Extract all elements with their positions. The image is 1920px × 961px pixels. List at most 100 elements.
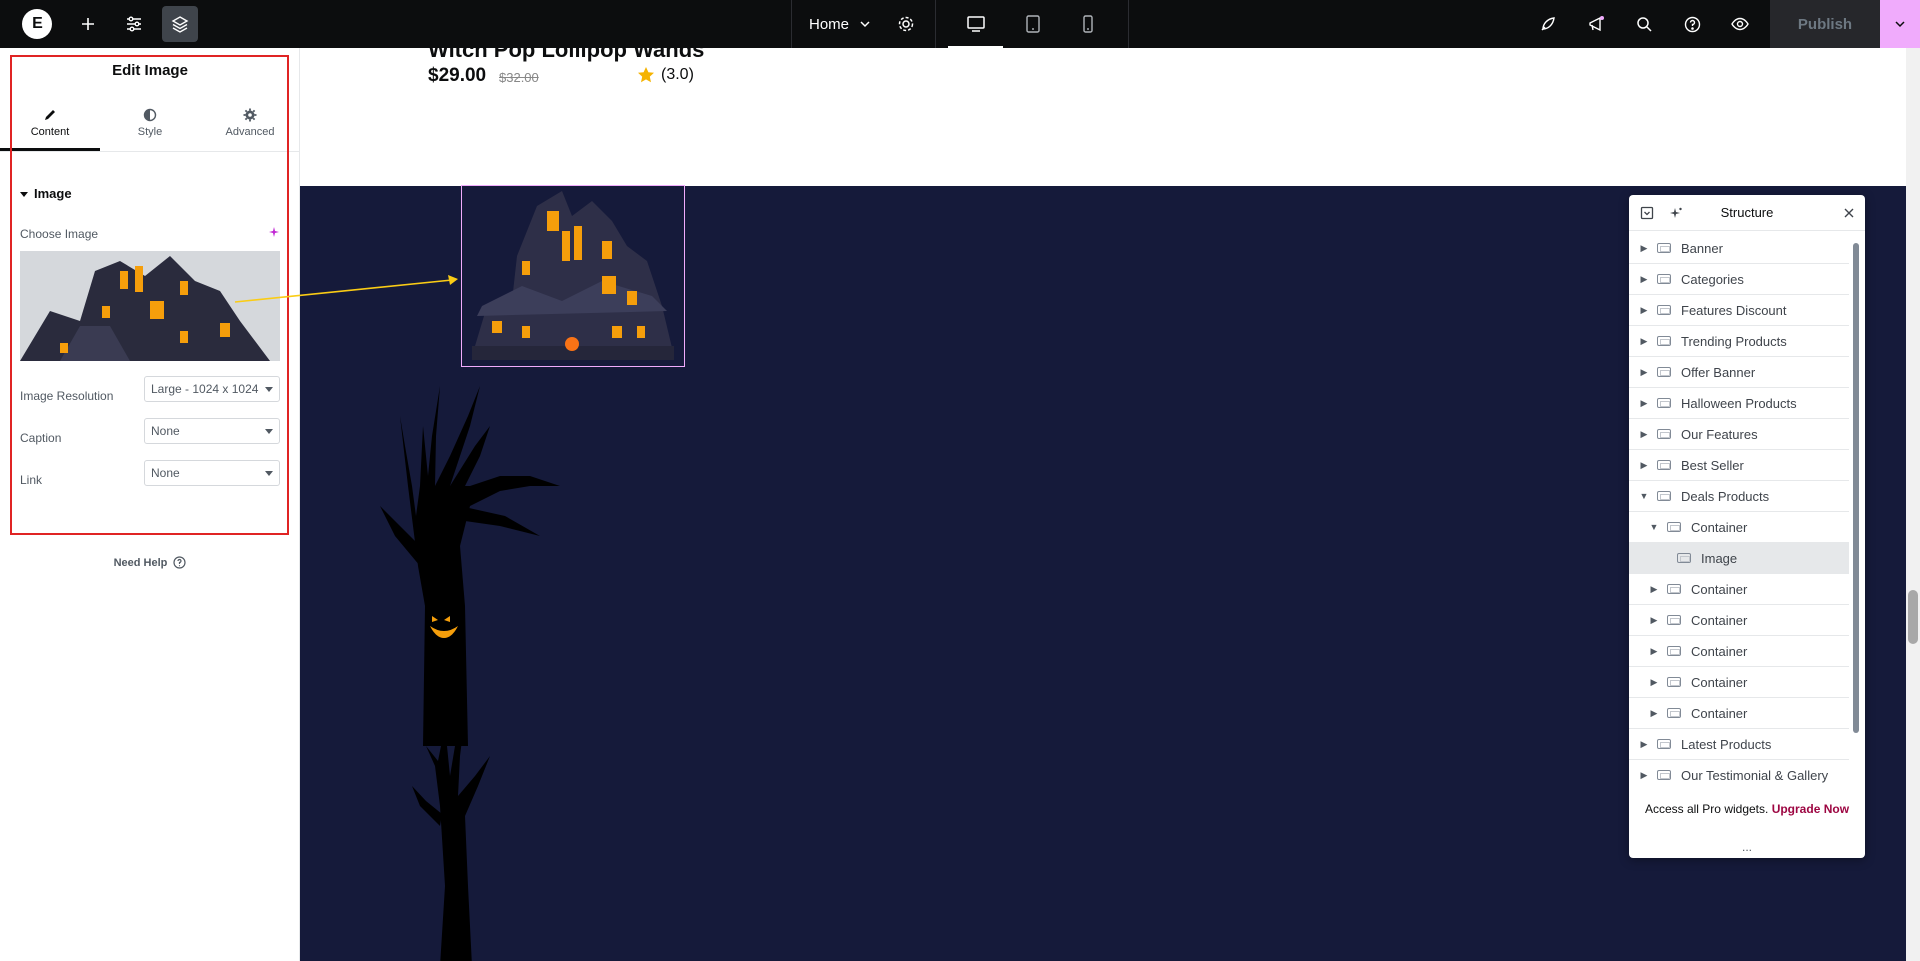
caret-right-icon[interactable]: ▶ <box>1649 615 1659 626</box>
select-value: Large - 1024 x 1024 <box>151 382 259 396</box>
tab-style[interactable]: Style <box>100 106 200 151</box>
tab-content[interactable]: Content <box>0 106 100 151</box>
caret-right-icon[interactable]: ▶ <box>1649 646 1659 657</box>
pencil-icon <box>45 110 55 120</box>
caret-down-icon[interactable]: ▼ <box>1649 522 1659 532</box>
desktop-icon[interactable] <box>948 0 1003 48</box>
structure-item[interactable]: ▶ Latest Products <box>1629 729 1849 760</box>
caret-down-icon <box>265 429 273 434</box>
container-icon <box>1657 243 1671 253</box>
publish-options-chevron-icon[interactable] <box>1880 0 1920 48</box>
tablet-icon[interactable] <box>1005 0 1060 48</box>
structure-item[interactable]: ▶ Our Testimonial & Gallery <box>1629 760 1849 789</box>
half-circle-icon <box>143 108 157 122</box>
caret-right-icon[interactable]: ▶ <box>1639 274 1649 285</box>
selected-image-widget[interactable] <box>461 185 685 367</box>
more-dots[interactable]: ... <box>1629 840 1865 854</box>
structure-scrollbar[interactable] <box>1853 243 1859 733</box>
ai-sparkle-icon[interactable] <box>268 226 280 241</box>
caret-right-icon[interactable]: ▶ <box>1639 460 1649 471</box>
caption-select[interactable]: None <box>144 418 280 444</box>
structure-item[interactable]: ▶ Container <box>1629 574 1849 605</box>
structure-item-label: Banner <box>1681 240 1723 256</box>
upgrade-link[interactable]: Upgrade Now <box>1772 802 1849 816</box>
site-settings-icon[interactable] <box>118 0 150 48</box>
caret-right-icon[interactable]: ▶ <box>1639 739 1649 750</box>
caret-right-icon[interactable]: ▶ <box>1639 429 1649 440</box>
structure-item[interactable]: ▶ Features Discount <box>1629 295 1849 326</box>
structure-item-label: Container <box>1691 674 1748 690</box>
publish-button[interactable]: Publish <box>1770 0 1880 48</box>
caret-right-icon[interactable]: ▶ <box>1639 336 1649 347</box>
caret-down-icon[interactable]: ▼ <box>1639 491 1649 501</box>
divider <box>1128 0 1129 48</box>
caret-down-icon <box>20 191 28 197</box>
settings-gear-icon[interactable] <box>890 0 922 48</box>
page-selector[interactable]: Home <box>792 0 872 48</box>
container-icon <box>1657 491 1671 501</box>
structure-item-label: Latest Products <box>1681 736 1772 752</box>
structure-item[interactable]: Image <box>1629 543 1849 574</box>
caret-right-icon[interactable]: ▶ <box>1649 708 1659 719</box>
container-icon <box>1667 646 1681 656</box>
container-icon <box>1657 460 1671 470</box>
section-image-toggle[interactable]: Image <box>20 186 72 201</box>
canvas-scrollbar-thumb[interactable] <box>1908 590 1918 644</box>
elementor-logo-icon[interactable]: E <box>22 9 52 39</box>
structure-item[interactable]: ▶ Container <box>1629 636 1849 667</box>
need-help-link[interactable]: Need Help <box>0 556 300 569</box>
structure-item[interactable]: ▶ Categories <box>1629 264 1849 295</box>
caret-right-icon[interactable]: ▶ <box>1639 398 1649 409</box>
close-icon[interactable] <box>1843 206 1855 224</box>
product-title[interactable]: Witch Pop Lollipop Wands <box>428 48 704 63</box>
structure-item[interactable]: ▶ Trending Products <box>1629 326 1849 357</box>
search-icon[interactable] <box>1628 0 1660 48</box>
help-icon[interactable] <box>1676 0 1708 48</box>
structure-item[interactable]: ▶ Offer Banner <box>1629 357 1849 388</box>
container-icon <box>1657 336 1671 346</box>
structure-item[interactable]: ▶ Halloween Products <box>1629 388 1849 419</box>
structure-header: Structure <box>1629 195 1865 231</box>
structure-item[interactable]: ▶ Container <box>1629 605 1849 636</box>
panel-tabs: Content Style Advanced <box>0 106 300 152</box>
structure-item[interactable]: ▶ Our Features <box>1629 419 1849 450</box>
structure-item[interactable]: ▼ Container <box>1629 512 1849 543</box>
tab-advanced[interactable]: Advanced <box>200 106 300 151</box>
caret-right-icon[interactable]: ▶ <box>1639 367 1649 378</box>
pointer-arrow <box>234 275 458 303</box>
whats-new-icon[interactable] <box>1580 0 1612 48</box>
container-icon <box>1657 770 1671 780</box>
structure-item[interactable]: ▶ Container <box>1629 667 1849 698</box>
image-resolution-select[interactable]: Large - 1024 x 1024 <box>144 376 280 402</box>
structure-item-label: Image <box>1701 550 1738 566</box>
add-icon[interactable] <box>72 0 104 48</box>
structure-panel: Structure ▶ Banner ▶ Categories ▶ Features Di… <box>1629 195 1865 858</box>
launchpad-icon[interactable] <box>1532 0 1564 48</box>
structure-item-label: Best Seller <box>1681 457 1744 473</box>
editor-panel: Edit Image Content Style Advanced Image … <box>0 48 300 961</box>
structure-item[interactable]: ▶ Container <box>1629 698 1849 729</box>
mobile-icon[interactable] <box>1060 0 1115 48</box>
link-select[interactable]: None <box>144 460 280 486</box>
caret-right-icon[interactable]: ▶ <box>1639 243 1649 254</box>
structure-footer: Access all Pro widgets. Upgrade Now <box>1629 800 1865 818</box>
caret-right-icon[interactable]: ▶ <box>1639 770 1649 781</box>
structure-item[interactable]: ▶ Banner <box>1629 233 1849 264</box>
section-title: Image <box>34 186 72 201</box>
rating-value: (3.0) <box>661 66 694 83</box>
canvas-scrollbar[interactable] <box>1906 48 1920 961</box>
container-icon <box>1667 584 1681 594</box>
container-icon <box>1657 305 1671 315</box>
caret-right-icon[interactable]: ▶ <box>1649 584 1659 595</box>
structure-item-label: Container <box>1691 519 1748 535</box>
container-icon <box>1657 367 1671 377</box>
structure-item[interactable]: ▶ Best Seller <box>1629 450 1849 481</box>
caret-right-icon[interactable]: ▶ <box>1639 305 1649 316</box>
structure-item[interactable]: ▼ Deals Products <box>1629 481 1849 512</box>
caret-down-icon <box>265 471 273 476</box>
select-value: None <box>151 466 180 480</box>
caret-right-icon[interactable]: ▶ <box>1649 677 1659 688</box>
container-icon <box>1667 522 1681 532</box>
preview-icon[interactable] <box>1724 0 1756 48</box>
structure-icon[interactable] <box>162 6 198 42</box>
